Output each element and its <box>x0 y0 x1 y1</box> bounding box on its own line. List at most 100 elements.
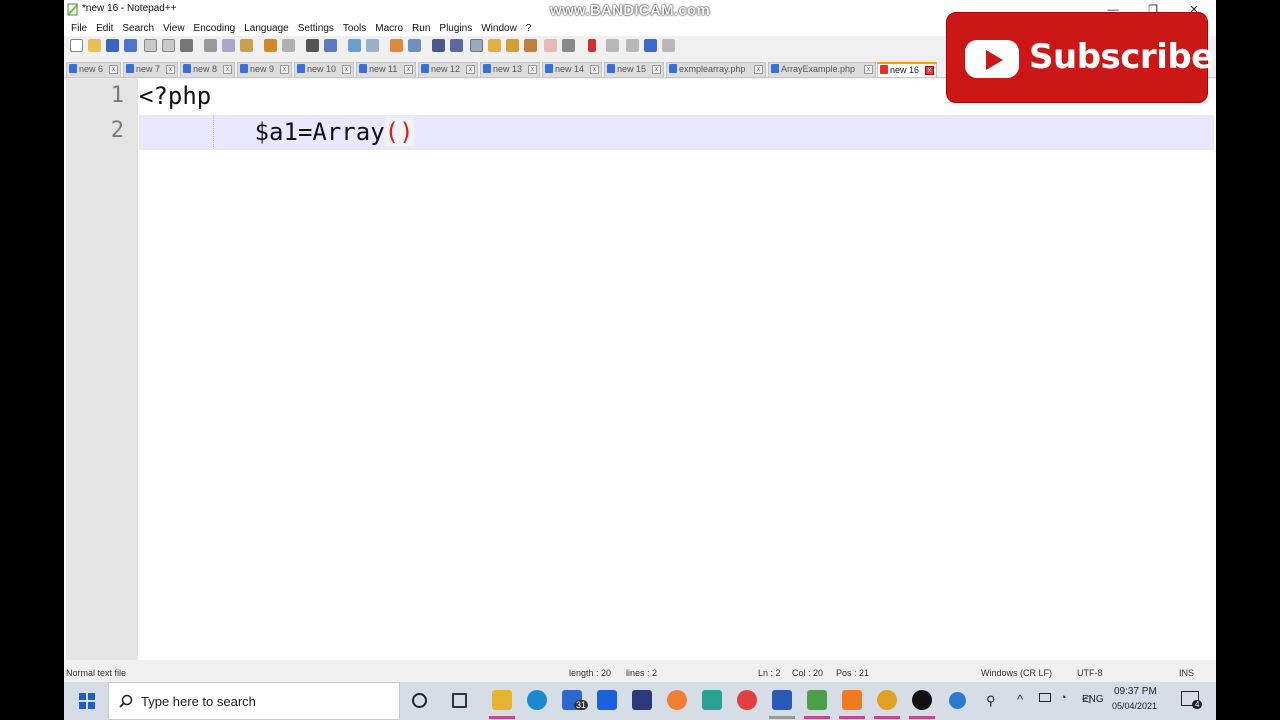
stop-macro-icon[interactable] <box>606 39 619 52</box>
new-file-icon[interactable] <box>70 39 83 52</box>
tab-new-10[interactable]: new 10 x <box>294 62 354 77</box>
file-explorer-icon[interactable] <box>492 690 512 710</box>
wifi-icon[interactable]: ◔ <box>1060 692 1067 704</box>
play-multiple-macro-icon[interactable] <box>644 39 657 52</box>
sync-vertical-icon[interactable] <box>390 39 403 52</box>
copy-icon[interactable] <box>222 39 235 52</box>
tab-close-icon[interactable]: x <box>404 65 413 74</box>
tab-new-9[interactable]: new 9 x <box>237 62 292 77</box>
menu-edit[interactable]: Edit <box>93 23 119 34</box>
menu-search[interactable]: Search <box>119 23 160 34</box>
zoom-out-icon[interactable] <box>366 39 379 52</box>
task-view-icon[interactable] <box>452 693 467 708</box>
tab-new-14[interactable]: new 14 x <box>542 62 602 77</box>
menu-run[interactable]: Run <box>409 23 436 34</box>
tab-close-icon[interactable]: x <box>590 65 599 74</box>
monitoring-icon[interactable] <box>562 39 575 52</box>
paste-icon[interactable] <box>240 39 253 52</box>
menu-tools[interactable]: Tools <box>340 23 372 34</box>
tab-new-6[interactable]: new 6 x <box>66 62 121 77</box>
tab-new-7[interactable]: new 7 x <box>123 62 178 77</box>
record-macro-icon[interactable] <box>588 39 596 52</box>
clock-date[interactable]: 05/04/2021 <box>1112 701 1157 711</box>
recorder-app-icon[interactable] <box>737 690 757 710</box>
doc-map-icon[interactable] <box>506 39 519 52</box>
menu-language[interactable]: Language <box>241 23 295 34</box>
file-icon <box>240 64 248 73</box>
cortana-icon[interactable] <box>412 693 427 708</box>
menu-encoding[interactable]: Encoding <box>191 23 242 34</box>
help-icon[interactable] <box>949 692 966 709</box>
chrome-icon[interactable] <box>877 690 897 710</box>
start-button[interactable] <box>64 682 106 720</box>
tab-new-13[interactable]: new 13 x <box>480 62 540 77</box>
replace-icon[interactable] <box>324 39 337 52</box>
tab-close-icon[interactable]: x <box>109 65 118 74</box>
show-all-chars-icon[interactable] <box>450 39 463 52</box>
blender-icon[interactable] <box>667 690 687 710</box>
people-icon[interactable]: ⚲ <box>986 693 996 709</box>
editor-area[interactable]: 1 2 <?php $a1=Array() <box>64 79 1216 660</box>
find-icon[interactable] <box>306 39 319 52</box>
user-language-icon[interactable] <box>488 39 501 52</box>
chevron-up-icon[interactable]: ^ <box>1017 692 1023 707</box>
tab-close-icon[interactable]: x <box>166 65 175 74</box>
status-ln: Ln : 2 <box>758 668 781 678</box>
file-icon <box>483 64 491 73</box>
taskbar-search-box[interactable]: Type here to search <box>108 682 400 720</box>
app-icon[interactable] <box>702 690 722 710</box>
tab-exmplearray-php[interactable]: exmplearray.php x <box>666 62 766 77</box>
folder-workspace-icon[interactable] <box>544 39 557 52</box>
tab-close-icon[interactable]: x <box>223 65 232 74</box>
function-list-icon[interactable] <box>524 39 537 52</box>
bandicam-icon[interactable] <box>912 690 932 710</box>
tab-new-16[interactable]: new 16 x <box>877 62 937 77</box>
notepad-plus-plus-taskbar-icon[interactable] <box>807 690 827 710</box>
tab-close-icon[interactable]: x <box>925 66 934 75</box>
tab-new-8[interactable]: new 8 x <box>180 62 235 77</box>
save-macro-icon[interactable] <box>662 39 675 52</box>
code-line-2-current[interactable]: $a1=Array() <box>139 115 1214 150</box>
word-wrap-icon[interactable] <box>432 39 445 52</box>
zoom-in-icon[interactable] <box>348 39 361 52</box>
indent-guide-icon[interactable] <box>470 39 483 52</box>
tab-close-icon[interactable]: x <box>466 65 475 74</box>
word-icon[interactable] <box>772 690 792 710</box>
tab-close-icon[interactable]: x <box>342 65 351 74</box>
tab-close-icon[interactable]: x <box>652 65 661 74</box>
edge-browser-icon[interactable] <box>527 690 547 710</box>
save-icon[interactable] <box>106 39 119 52</box>
close-file-icon[interactable] <box>144 39 157 52</box>
menu-file[interactable]: File <box>68 23 93 34</box>
tab-close-icon[interactable]: x <box>528 65 537 74</box>
tab-close-icon[interactable]: x <box>280 65 289 74</box>
language-indicator[interactable]: ENG <box>1082 694 1104 705</box>
close-all-icon[interactable] <box>162 39 175 52</box>
menu-plugins[interactable]: Plugins <box>436 23 478 34</box>
print-icon[interactable] <box>180 39 193 52</box>
powershell-icon[interactable] <box>632 690 652 710</box>
menu-window[interactable]: Window <box>478 23 523 34</box>
cut-icon[interactable] <box>204 39 217 52</box>
save-all-icon[interactable] <box>124 39 137 52</box>
active-app-indicator <box>769 716 795 719</box>
tab-new-12[interactable]: new 12 x <box>418 62 478 77</box>
open-file-icon[interactable] <box>88 39 101 52</box>
xampp-icon[interactable] <box>842 690 862 710</box>
menu-macro[interactable]: Macro <box>372 23 409 34</box>
tab-new-15[interactable]: new 15 x <box>604 62 664 77</box>
menu-view[interactable]: View <box>160 23 191 34</box>
redo-icon[interactable] <box>282 39 295 52</box>
battery-icon[interactable] <box>1039 693 1051 702</box>
tab-new-11[interactable]: new 11 x <box>356 62 416 77</box>
undo-icon[interactable] <box>264 39 277 52</box>
sync-horizontal-icon[interactable] <box>408 39 421 52</box>
menu-help[interactable]: ? <box>523 23 538 34</box>
tab-arrayexample-php[interactable]: ArrayExample.php x <box>768 62 876 77</box>
clock-time[interactable]: 09:37 PM <box>1114 686 1157 697</box>
dropbox-icon[interactable] <box>597 690 617 710</box>
tab-close-icon[interactable]: x <box>864 65 873 74</box>
play-macro-icon[interactable] <box>626 39 639 52</box>
menu-settings[interactable]: Settings <box>295 23 340 34</box>
tab-close-icon[interactable]: x <box>754 65 763 74</box>
